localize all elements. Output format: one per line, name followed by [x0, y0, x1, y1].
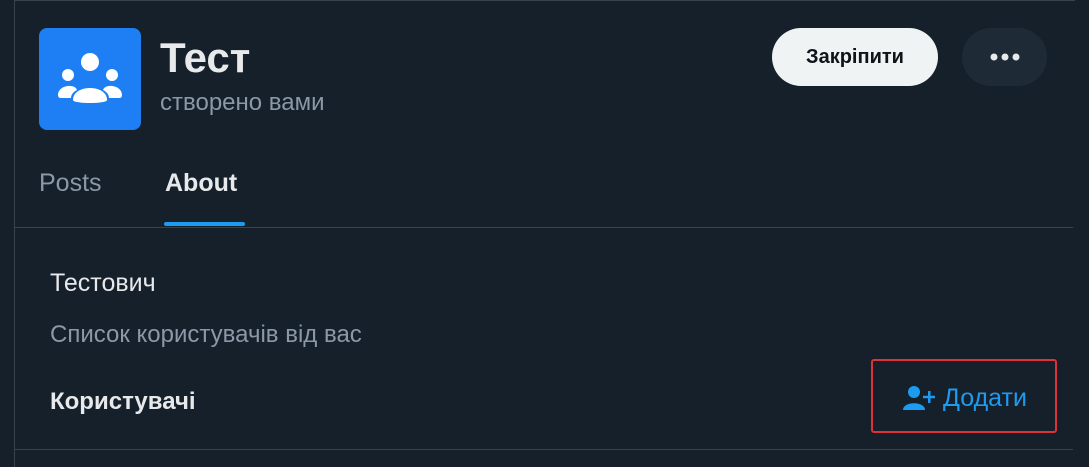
users-section-label: Користувачі	[50, 388, 196, 415]
group-description: Список користувачів від вас	[50, 321, 362, 348]
right-gutter	[1075, 0, 1089, 467]
group-title: Тест	[160, 34, 251, 81]
add-user-icon	[903, 386, 935, 410]
group-header: Тест створено вами Закріпити	[39, 28, 1049, 130]
pin-button[interactable]: Закріпити	[772, 28, 938, 86]
group-icon	[58, 53, 122, 103]
tabs-divider	[15, 227, 1073, 228]
add-user-button[interactable]: Додати	[903, 383, 1027, 413]
bottom-divider	[15, 449, 1073, 450]
group-subtitle: створено вами	[160, 89, 325, 116]
group-avatar	[39, 28, 141, 130]
tab-about[interactable]: About	[165, 168, 237, 198]
more-button[interactable]	[962, 28, 1047, 86]
tab-posts[interactable]: Posts	[39, 168, 102, 198]
active-tab-indicator	[164, 222, 245, 226]
add-user-label: Додати	[943, 384, 1027, 412]
group-name-text: Тестович	[50, 269, 156, 297]
more-dots-icon	[990, 53, 1019, 61]
